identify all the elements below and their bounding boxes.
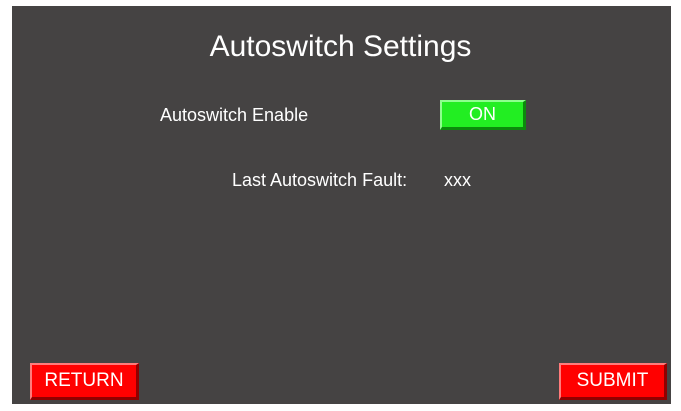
last-fault-label: Last Autoswitch Fault:	[232, 170, 408, 190]
return-button-label: RETURN	[44, 370, 124, 391]
last-fault-value: xxx	[444, 170, 471, 190]
autoswitch-enable-state: ON	[469, 104, 496, 124]
submit-button[interactable]: SUBMIT	[559, 363, 667, 400]
return-button[interactable]: RETURN	[30, 363, 139, 400]
submit-button-label: SUBMIT	[576, 370, 649, 391]
autoswitch-enable-label: Autoswitch Enable	[160, 105, 309, 125]
autoswitch-enable-toggle[interactable]: ON	[440, 100, 526, 130]
page-title: Autoswitch Settings	[209, 30, 472, 63]
